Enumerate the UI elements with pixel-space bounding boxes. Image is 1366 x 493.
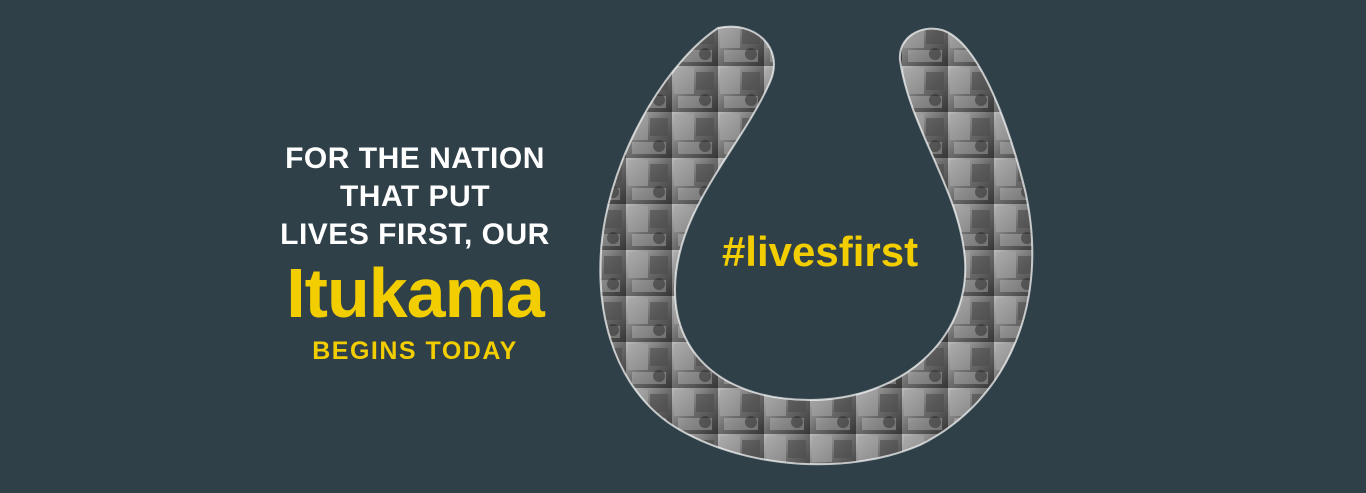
- headline-block: FOR THE NATION THAT PUT LIVES FIRST, OUR…: [230, 140, 600, 368]
- headline-line-1: FOR THE NATION: [285, 142, 545, 175]
- headline-line-2: THAT PUT: [339, 180, 491, 213]
- headline-line-3: LIVES FIRST, OUR: [280, 218, 550, 251]
- subline: BEGINS TODAY: [312, 337, 518, 365]
- brand-logo-text: Itukama: [286, 254, 545, 332]
- hashtag-text: #livesfirst: [721, 228, 919, 275]
